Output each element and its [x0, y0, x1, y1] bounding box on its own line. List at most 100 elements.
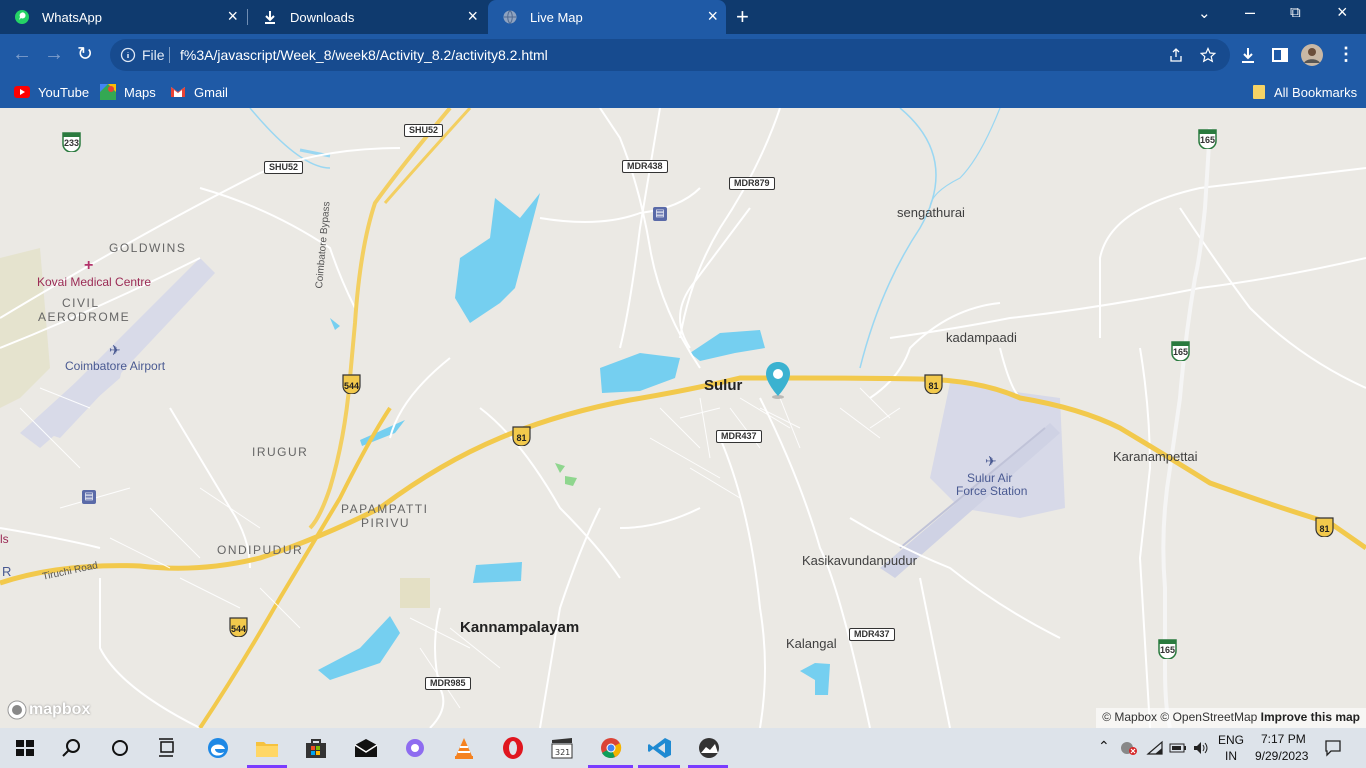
gmail-icon	[171, 87, 185, 97]
road-shield-mdr879: MDR879	[729, 177, 775, 190]
star-icon[interactable]	[1200, 47, 1216, 63]
forward-icon[interactable]: →	[44, 43, 64, 66]
photos-icon[interactable]	[402, 736, 428, 760]
battery-icon[interactable]	[1169, 741, 1187, 755]
place-pirivu: PIRIVU	[361, 516, 411, 530]
defender-warning-icon[interactable]	[1120, 740, 1138, 756]
restore-icon[interactable]: ⧉	[1290, 4, 1301, 21]
tab-whatsapp[interactable]: WhatsApp ×	[0, 0, 246, 34]
bus-station-icon: ▤	[653, 207, 667, 221]
place-sulur-air-2: Force Station	[956, 484, 1028, 498]
file-explorer-icon[interactable]	[254, 736, 280, 760]
bookmark-label: Maps	[124, 84, 156, 100]
place-edge-label: R	[2, 564, 12, 579]
close-icon[interactable]: ×	[227, 6, 238, 26]
improve-map-link[interactable]: Improve this map	[1261, 710, 1360, 724]
back-icon[interactable]: ←	[12, 43, 32, 66]
place-kovai-medical-centre: Kovai Medical Centre	[37, 275, 152, 289]
location-marker-icon[interactable]	[764, 360, 792, 400]
whatsapp-icon	[15, 10, 29, 24]
place-sengathurai: sengathurai	[897, 205, 965, 220]
language-indicator[interactable]: ENG	[1218, 733, 1244, 747]
highway-shield-nh165: 165	[1158, 639, 1177, 659]
bookmark-label: Gmail	[194, 84, 228, 100]
highway-shield-nh81: 81	[512, 426, 531, 446]
tab-label: WhatsApp	[42, 10, 102, 25]
vlc-icon[interactable]	[451, 736, 477, 760]
search-icon[interactable]	[59, 736, 85, 760]
bus-station-icon: ▤	[82, 490, 96, 504]
vscode-icon[interactable]	[647, 736, 673, 760]
edge-icon[interactable]	[205, 736, 231, 760]
task-view-icon[interactable]	[155, 736, 181, 760]
microsoft-store-icon[interactable]	[303, 736, 329, 760]
airport-icon: ✈	[985, 453, 997, 469]
reload-icon[interactable]: ↻	[77, 43, 93, 66]
side-panel-icon[interactable]	[1271, 46, 1289, 64]
clock-date[interactable]: 9/29/2023	[1255, 749, 1308, 763]
scheme-label: File	[142, 47, 165, 63]
clock-time[interactable]: 7:17 PM	[1261, 732, 1306, 746]
wifi-icon[interactable]	[1146, 740, 1164, 756]
mapbox-logo[interactable]: mapbox	[7, 700, 90, 720]
notifications-icon[interactable]	[1324, 739, 1342, 757]
browser-toolbar: ← → ↻ File f%3A/javascript/Week_8/week8/…	[0, 34, 1366, 76]
chrome-icon[interactable]	[598, 736, 624, 760]
map-attribution: © Mapbox © OpenStreetMap Improve this ma…	[1096, 708, 1366, 728]
place-sulur-air-1: Sulur Air	[967, 471, 1013, 485]
bookmark-gmail[interactable]: Gmail	[170, 82, 228, 102]
windows-start-icon[interactable]	[12, 736, 38, 760]
minimize-icon[interactable]: –	[1245, 2, 1255, 23]
steam-icon[interactable]	[696, 736, 722, 760]
language-region[interactable]: IN	[1225, 749, 1237, 763]
road-shield-mdr437: MDR437	[849, 628, 895, 641]
cortana-icon[interactable]	[107, 736, 133, 760]
opera-icon[interactable]	[500, 736, 526, 760]
menu-icon[interactable]: ⋮	[1337, 44, 1355, 65]
volume-icon[interactable]	[1192, 740, 1210, 756]
globe-icon	[503, 10, 517, 24]
info-icon	[120, 47, 136, 63]
place-coimbatore-airport: Coimbatore Airport	[65, 359, 166, 373]
close-icon[interactable]: ×	[467, 6, 478, 26]
all-bookmarks-label: All Bookmarks	[1274, 84, 1358, 100]
tab-downloads[interactable]: Downloads ×	[248, 0, 486, 34]
download-icon[interactable]	[1239, 46, 1257, 64]
highway-shield-nh165: 165	[1198, 129, 1217, 149]
address-bar[interactable]: File f%3A/javascript/Week_8/week8/Activi…	[110, 39, 1230, 71]
map-base-layer	[0, 108, 1366, 728]
share-icon[interactable]	[1168, 47, 1184, 63]
close-window-icon[interactable]: ×	[1337, 2, 1348, 23]
bookmark-label: YouTube	[38, 84, 90, 100]
road-shield-mdr437: MDR437	[716, 430, 762, 443]
tab-search-chevron-icon[interactable]: ⌄	[1198, 4, 1211, 22]
divider	[169, 47, 170, 63]
osm-attribution-link[interactable]: © OpenStreetMap	[1160, 710, 1257, 724]
clapper-icon[interactable]: 321	[549, 736, 575, 760]
avatar[interactable]	[1300, 43, 1324, 67]
place-goldwins: GOLDWINS	[109, 241, 187, 255]
place-karanampettai: Karanampettai	[1113, 449, 1198, 464]
svg-text:321: 321	[555, 748, 570, 757]
tab-live-map[interactable]: Live Map ×	[488, 0, 726, 34]
show-hidden-icons-chevron-icon[interactable]: ⌃	[1098, 738, 1110, 755]
place-kalangal: Kalangal	[786, 636, 837, 651]
google-maps-icon	[100, 84, 116, 100]
place-civil: CIVIL	[62, 296, 100, 310]
all-bookmarks[interactable]: All Bookmarks	[1252, 82, 1357, 102]
bookmark-maps[interactable]: Maps	[100, 82, 156, 102]
tab-label: Live Map	[530, 10, 583, 25]
new-tab-button[interactable]: +	[736, 4, 749, 30]
road-shield-shu52: SHU52	[264, 161, 304, 174]
airport-icon: ✈	[109, 342, 121, 358]
url-text[interactable]: f%3A/javascript/Week_8/week8/Activity_8.…	[180, 47, 548, 63]
place-irugur: IRUGUR	[252, 445, 309, 459]
bookmark-youtube[interactable]: YouTube	[14, 82, 89, 102]
place-kadampaadi: kadampaadi	[946, 330, 1017, 345]
road-shield-mdr985: MDR985	[425, 677, 471, 690]
folder-icon	[1253, 85, 1265, 99]
mail-icon[interactable]	[353, 736, 379, 760]
close-icon[interactable]: ×	[707, 6, 718, 26]
mapbox-attribution-link[interactable]: © Mapbox	[1102, 710, 1157, 724]
live-map[interactable]: Sulur Kannampalayam sengathurai kadampaa…	[0, 108, 1366, 728]
